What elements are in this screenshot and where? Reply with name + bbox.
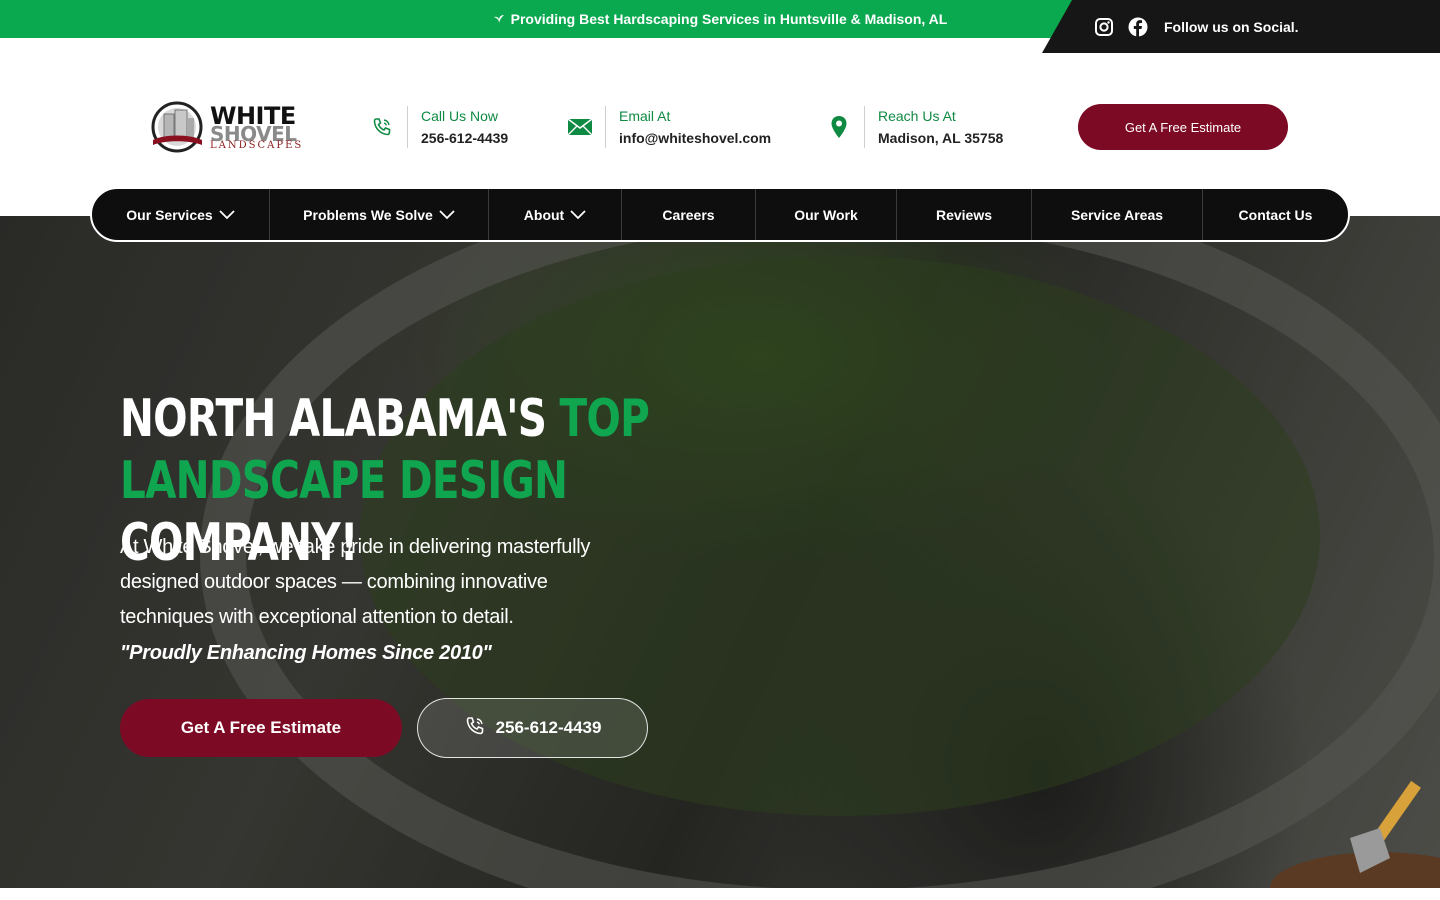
divider (407, 106, 408, 148)
header-estimate-button[interactable]: Get A Free Estimate (1078, 104, 1288, 150)
nav-careers[interactable]: Careers (622, 189, 756, 240)
nav-label: Contact Us (1238, 206, 1313, 223)
nav-reviews[interactable]: Reviews (897, 189, 1032, 240)
hero-section: NORTH ALABAMA'S TOP LANDSCAPE DESIGN COM… (0, 216, 1440, 888)
logo-emblem-icon (151, 101, 203, 153)
nav-problems-we-solve[interactable]: Problems We Solve (270, 189, 489, 240)
nav-our-work[interactable]: Our Work (756, 189, 897, 240)
announcement-text: Providing Best Hardscaping Services in H… (510, 11, 948, 27)
nav-our-services[interactable]: Our Services (92, 189, 270, 240)
social-links: Follow us on Social. (1042, 0, 1440, 53)
chevron-down-icon (439, 209, 455, 219)
nav-label: Reviews (935, 206, 993, 223)
phone-number[interactable]: 256-612-4439 (421, 130, 508, 146)
nav-contact-us[interactable]: Contact Us (1203, 189, 1348, 240)
nav-about[interactable]: About (489, 189, 622, 240)
contact-email[interactable]: Email At info@whiteshovel.com (565, 106, 771, 148)
divider (864, 106, 865, 148)
contact-call[interactable]: Call Us Now 256-612-4439 (367, 106, 508, 148)
hero-tagline: "Proudly Enhancing Homes Since 2010" (120, 642, 492, 664)
nav-label: Our Work (794, 206, 858, 223)
hero-estimate-button[interactable]: Get A Free Estimate (120, 699, 402, 757)
nav-label: Service Areas (1070, 206, 1164, 223)
leaf-icon (493, 12, 505, 27)
hero-call-label: 256-612-4439 (495, 718, 602, 737)
address: Madison, AL 35758 (878, 130, 1004, 146)
shovel-icon (1270, 780, 1440, 888)
nav-label: About (523, 206, 565, 223)
envelope-icon (565, 118, 595, 136)
instagram-icon[interactable] (1094, 17, 1114, 37)
nav-service-areas[interactable]: Service Areas (1032, 189, 1203, 240)
contact-label: Call Us Now (421, 108, 499, 124)
logo-word-landscapes: LANDSCAPES (210, 140, 304, 151)
hero-call-button[interactable]: 256-612-4439 (417, 698, 648, 758)
social-label: Follow us on Social. (1164, 18, 1299, 35)
main-navigation: Our Services Problems We Solve About Car… (90, 187, 1350, 242)
contact-label: Email At (619, 108, 671, 124)
hero-title-highlight: LANDSCAPE DESIGN (120, 451, 568, 511)
contact-location[interactable]: Reach Us At Madison, AL 35758 (824, 106, 1003, 148)
email-address[interactable]: info@whiteshovel.com (619, 130, 771, 146)
nav-label: Our Services (126, 206, 213, 223)
phone-icon (367, 116, 397, 138)
facebook-icon[interactable] (1128, 17, 1148, 37)
chevron-down-icon (570, 209, 586, 219)
nav-label: Careers (662, 206, 715, 223)
chevron-down-icon (219, 209, 235, 219)
map-pin-icon (824, 115, 854, 139)
phone-icon (464, 715, 486, 742)
nav-label: Problems We Solve (303, 206, 433, 223)
hero-title-highlight: TOP (559, 389, 650, 449)
contact-label: Reach Us At (878, 108, 956, 124)
divider (605, 106, 606, 148)
hero-title-part: NORTH ALABAMA'S (120, 389, 560, 449)
hero-description: At White Shovel, we take pride in delive… (120, 536, 591, 628)
site-logo[interactable]: WHITE SHOVEL LANDSCAPES (150, 100, 304, 154)
